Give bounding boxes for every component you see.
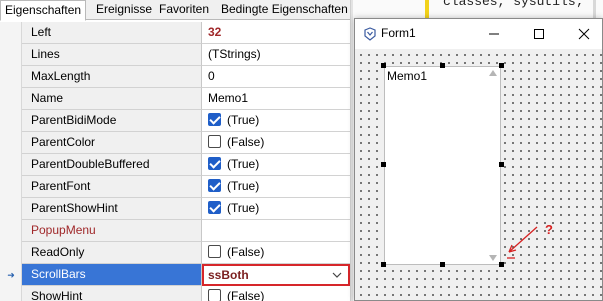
- property-name: ParentColor: [22, 132, 202, 154]
- property-value[interactable]: (True): [202, 110, 350, 132]
- property-row-scrollbars[interactable]: ➜ ScrollBars ssBoth: [0, 264, 350, 286]
- property-row-parentdoublebuffered[interactable]: ParentDoubleBuffered (True): [0, 154, 350, 176]
- tab-ereignisse[interactable]: Ereignisse: [92, 0, 156, 20]
- property-name: ScrollBars: [22, 264, 202, 286]
- checkbox-checked[interactable]: [208, 179, 221, 192]
- property-name: MaxLength: [22, 66, 202, 88]
- property-value[interactable]: 32: [202, 22, 350, 44]
- close-icon: [578, 28, 590, 40]
- property-value-text: (True): [227, 113, 260, 127]
- minimize-button[interactable]: [474, 19, 514, 49]
- property-value-text: ssBoth: [208, 268, 249, 282]
- property-value-text: (False): [227, 135, 265, 149]
- property-row-showhint[interactable]: ShowHint (False): [0, 286, 350, 301]
- property-value[interactable]: (False): [202, 132, 350, 154]
- checkbox-unchecked[interactable]: [208, 135, 221, 148]
- property-row-parentshowhint[interactable]: ParentShowHint (True): [0, 198, 350, 220]
- tab-favoriten[interactable]: Favoriten: [155, 0, 213, 20]
- row-pointer-icon: ➜: [7, 270, 15, 280]
- annotation-arrow-icon: [507, 226, 538, 259]
- property-row-parentcolor[interactable]: ParentColor (False): [0, 132, 350, 154]
- close-button[interactable]: [564, 19, 602, 49]
- checkbox-checked[interactable]: [208, 157, 221, 170]
- property-row-parentfont[interactable]: ParentFont (True): [0, 176, 350, 198]
- property-row-name[interactable]: Name Memo1: [0, 88, 350, 110]
- annotation-question-mark: ?: [545, 222, 553, 237]
- form-window: Form1 Memo1 ?: [354, 18, 603, 301]
- object-inspector: Eigenschaften Ereignisse Favoriten Bedin…: [0, 0, 350, 301]
- checkbox-unchecked[interactable]: [208, 245, 221, 258]
- property-value[interactable]: (False): [202, 286, 350, 301]
- property-row-maxlength[interactable]: MaxLength 0: [0, 66, 350, 88]
- property-value[interactable]: (True): [202, 198, 350, 220]
- property-value[interactable]: (False): [202, 242, 350, 264]
- scrollbars-dropdown[interactable]: ssBoth: [202, 264, 350, 286]
- property-grid: Left 32 Lines (TStrings) MaxLength 0 Nam…: [0, 22, 350, 301]
- tab-eigenschaften[interactable]: Eigenschaften: [0, 0, 87, 21]
- property-name: Name: [22, 88, 202, 110]
- checkbox-checked[interactable]: [208, 113, 221, 126]
- property-name: ParentBidiMode: [22, 110, 202, 132]
- code-line: classes, sysutils;: [443, 0, 584, 9]
- tab-bedingte-eigenschaften[interactable]: Bedingte Eigenschaften: [217, 0, 350, 20]
- maximize-button[interactable]: [519, 19, 559, 49]
- minimize-icon: [489, 33, 499, 35]
- property-name: ParentFont: [22, 176, 202, 198]
- property-row-popupmenu[interactable]: PopupMenu: [0, 220, 350, 242]
- form-design-surface[interactable]: Memo1 ?: [355, 49, 602, 300]
- form-titlebar[interactable]: Form1: [355, 19, 602, 49]
- property-name: ReadOnly: [22, 242, 202, 264]
- property-name: ParentShowHint: [22, 198, 202, 220]
- app-icon: [364, 27, 376, 41]
- property-value[interactable]: (True): [202, 176, 350, 198]
- property-name: ShowHint: [22, 286, 202, 301]
- property-name: ParentDoubleBuffered: [22, 154, 202, 176]
- property-value[interactable]: (TStrings): [202, 44, 350, 66]
- property-row-lines[interactable]: Lines (TStrings): [0, 44, 350, 66]
- property-value-text: (False): [227, 289, 265, 301]
- property-value[interactable]: Memo1: [202, 88, 350, 110]
- property-row-parentbidimode[interactable]: ParentBidiMode (True): [0, 110, 350, 132]
- checkbox-checked[interactable]: [208, 201, 221, 214]
- property-name: PopupMenu: [22, 220, 202, 242]
- form-title: Form1: [381, 26, 416, 40]
- chevron-down-icon[interactable]: [332, 270, 342, 280]
- property-row-left[interactable]: Left 32: [0, 22, 350, 44]
- property-name: Lines: [22, 44, 202, 66]
- property-value[interactable]: [202, 220, 350, 242]
- property-value-text: (True): [227, 201, 260, 215]
- property-value[interactable]: 0: [202, 66, 350, 88]
- checkbox-unchecked[interactable]: [208, 289, 221, 301]
- maximize-icon: [534, 29, 544, 39]
- property-row-readonly[interactable]: ReadOnly (False): [0, 242, 350, 264]
- property-value-text: (True): [227, 157, 260, 171]
- property-value[interactable]: (True): [202, 154, 350, 176]
- property-value-text: (False): [227, 245, 265, 259]
- inspector-tabbar: Eigenschaften Ereignisse Favoriten Bedin…: [0, 0, 350, 21]
- property-value-text: (True): [227, 179, 260, 193]
- property-name: Left: [22, 22, 202, 44]
